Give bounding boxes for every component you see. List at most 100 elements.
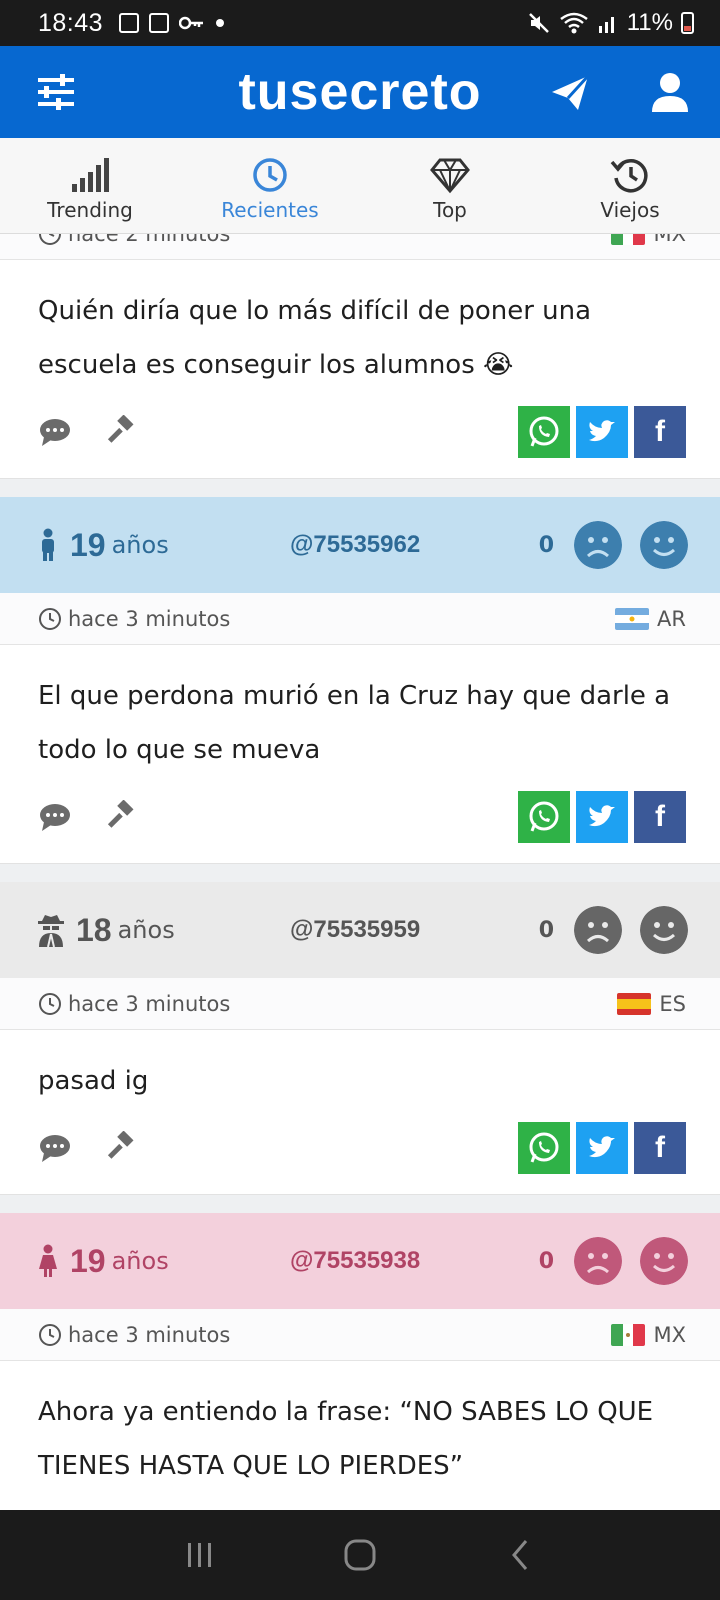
secrets-feed[interactable]: hace 2 minutos MX Quién diría que lo más… (0, 234, 720, 1510)
male-icon (42, 528, 54, 561)
post-meta: hace 3 minutos MX (0, 1309, 720, 1361)
clock-icon (39, 992, 61, 1015)
twitter-icon (589, 805, 615, 827)
vote-count: 0 (538, 532, 554, 558)
whatsapp-icon (529, 416, 559, 447)
wifi-icon (559, 12, 588, 34)
user-icon[interactable] (648, 70, 692, 114)
notification-icons (119, 13, 225, 33)
post-card: Ahora ya entiendo la frase: “NO SABES LO… (0, 1361, 720, 1510)
post-meta: hace 3 minutos AR (0, 593, 720, 645)
battery-icon (681, 12, 694, 34)
facebook-icon: f (655, 415, 665, 448)
argentina-flag-icon (615, 607, 650, 630)
mexico-flag-icon (611, 1323, 646, 1346)
post-text: El que perdona murió en la Cruz hay que … (38, 681, 671, 765)
tab-recientes[interactable]: Recientes (180, 138, 360, 233)
status-bar: 18:43 11% (0, 0, 720, 46)
dot-icon (216, 19, 225, 27)
tab-trending[interactable]: Trending (0, 138, 180, 233)
post-meta: hace 3 minutos ES (0, 978, 720, 1030)
post-card: Quién diría que lo más difícil de poner … (0, 260, 720, 479)
facebook-share-button[interactable]: f (634, 791, 686, 843)
facebook-icon: f (655, 1131, 665, 1164)
gavel-icon[interactable] (104, 800, 138, 834)
post-actions: f (38, 1122, 686, 1174)
history-icon (610, 159, 648, 193)
share-buttons: f (518, 1122, 686, 1174)
feed-tabs: Trending Recientes Top Viejos (0, 138, 720, 234)
share-buttons: f (518, 406, 686, 458)
author-age: 18 (76, 911, 112, 948)
happy-face-icon[interactable] (640, 521, 688, 569)
twitter-share-button[interactable] (576, 791, 628, 843)
back-icon[interactable] (500, 1535, 540, 1575)
vote-count: 0 (538, 917, 554, 943)
post-handle[interactable]: @75535938 (290, 1247, 420, 1275)
happy-face-icon[interactable] (640, 906, 688, 954)
facebook-icon: f (655, 800, 665, 833)
post-actions: f (38, 406, 686, 458)
whatsapp-icon (529, 801, 559, 832)
twitter-icon (589, 420, 615, 442)
app-screen: 18:43 11% tusecreto Trending Recientes T… (0, 0, 720, 1600)
tab-top[interactable]: Top (360, 138, 540, 233)
post-time: hace 3 minutos (68, 606, 231, 631)
comment-icon[interactable] (38, 800, 72, 834)
recent-apps-icon[interactable] (180, 1535, 220, 1575)
vote-count: 0 (538, 1248, 554, 1274)
whatsapp-share-button[interactable] (518, 1122, 570, 1174)
post-header: 19 años @75535938 0 (0, 1213, 720, 1309)
sad-face-icon[interactable] (574, 1237, 622, 1285)
post-country: AR (657, 606, 686, 631)
tab-label: Trending (47, 198, 133, 222)
post-text: pasad ig (38, 1066, 149, 1096)
gavel-icon[interactable] (104, 1131, 138, 1165)
tab-label: Viejos (600, 198, 660, 222)
post-header: 18 años @75535959 0 (0, 882, 720, 978)
twitter-share-button[interactable] (576, 406, 628, 458)
clock-icon (39, 234, 61, 245)
facebook-share-button[interactable]: f (634, 406, 686, 458)
share-buttons: f (518, 791, 686, 843)
battery-percent: 11% (626, 9, 673, 36)
gavel-icon[interactable] (104, 415, 138, 449)
age-unit: años (117, 916, 175, 944)
whatsapp-share-button[interactable] (518, 791, 570, 843)
twitter-icon (589, 1136, 615, 1158)
post-handle[interactable]: @75535962 (290, 531, 420, 559)
sad-face-icon[interactable] (574, 906, 622, 954)
facebook-share-button[interactable]: f (634, 1122, 686, 1174)
home-icon[interactable] (340, 1535, 380, 1575)
post-actions: f (38, 791, 686, 843)
female-icon (39, 1244, 57, 1277)
post-handle[interactable]: @75535959 (290, 916, 420, 944)
clock-icon (253, 158, 287, 192)
post-text: Quién diría que lo más difícil de poner … (38, 296, 592, 380)
post-header: 19 años @75535962 0 (0, 497, 720, 593)
tab-label: Top (433, 198, 467, 222)
whatsapp-share-button[interactable] (518, 406, 570, 458)
post-card: pasad ig f (0, 1030, 720, 1195)
send-icon[interactable] (548, 70, 592, 114)
twitter-share-button[interactable] (576, 1122, 628, 1174)
spy-icon (38, 915, 64, 947)
age-unit: años (111, 1247, 169, 1275)
comment-icon[interactable] (38, 415, 72, 449)
author-age: 19 (70, 1242, 106, 1279)
brand-logo[interactable]: tusecreto (0, 62, 720, 122)
signal-icon (598, 17, 614, 33)
key-icon (179, 16, 204, 30)
whatsapp-icon (529, 1132, 559, 1163)
post-country: MX (653, 234, 686, 246)
post-meta-partial: hace 2 minutos MX (0, 234, 720, 260)
tab-viejos[interactable]: Viejos (540, 138, 720, 233)
post-time: hace 3 minutos (68, 991, 231, 1016)
happy-face-icon[interactable] (640, 1237, 688, 1285)
age-unit: años (111, 531, 169, 559)
mexico-flag-icon (611, 234, 646, 245)
comment-icon[interactable] (38, 1131, 72, 1165)
sad-face-icon[interactable] (574, 521, 622, 569)
signal-bars-icon (72, 158, 109, 192)
clock-icon (39, 1323, 61, 1346)
